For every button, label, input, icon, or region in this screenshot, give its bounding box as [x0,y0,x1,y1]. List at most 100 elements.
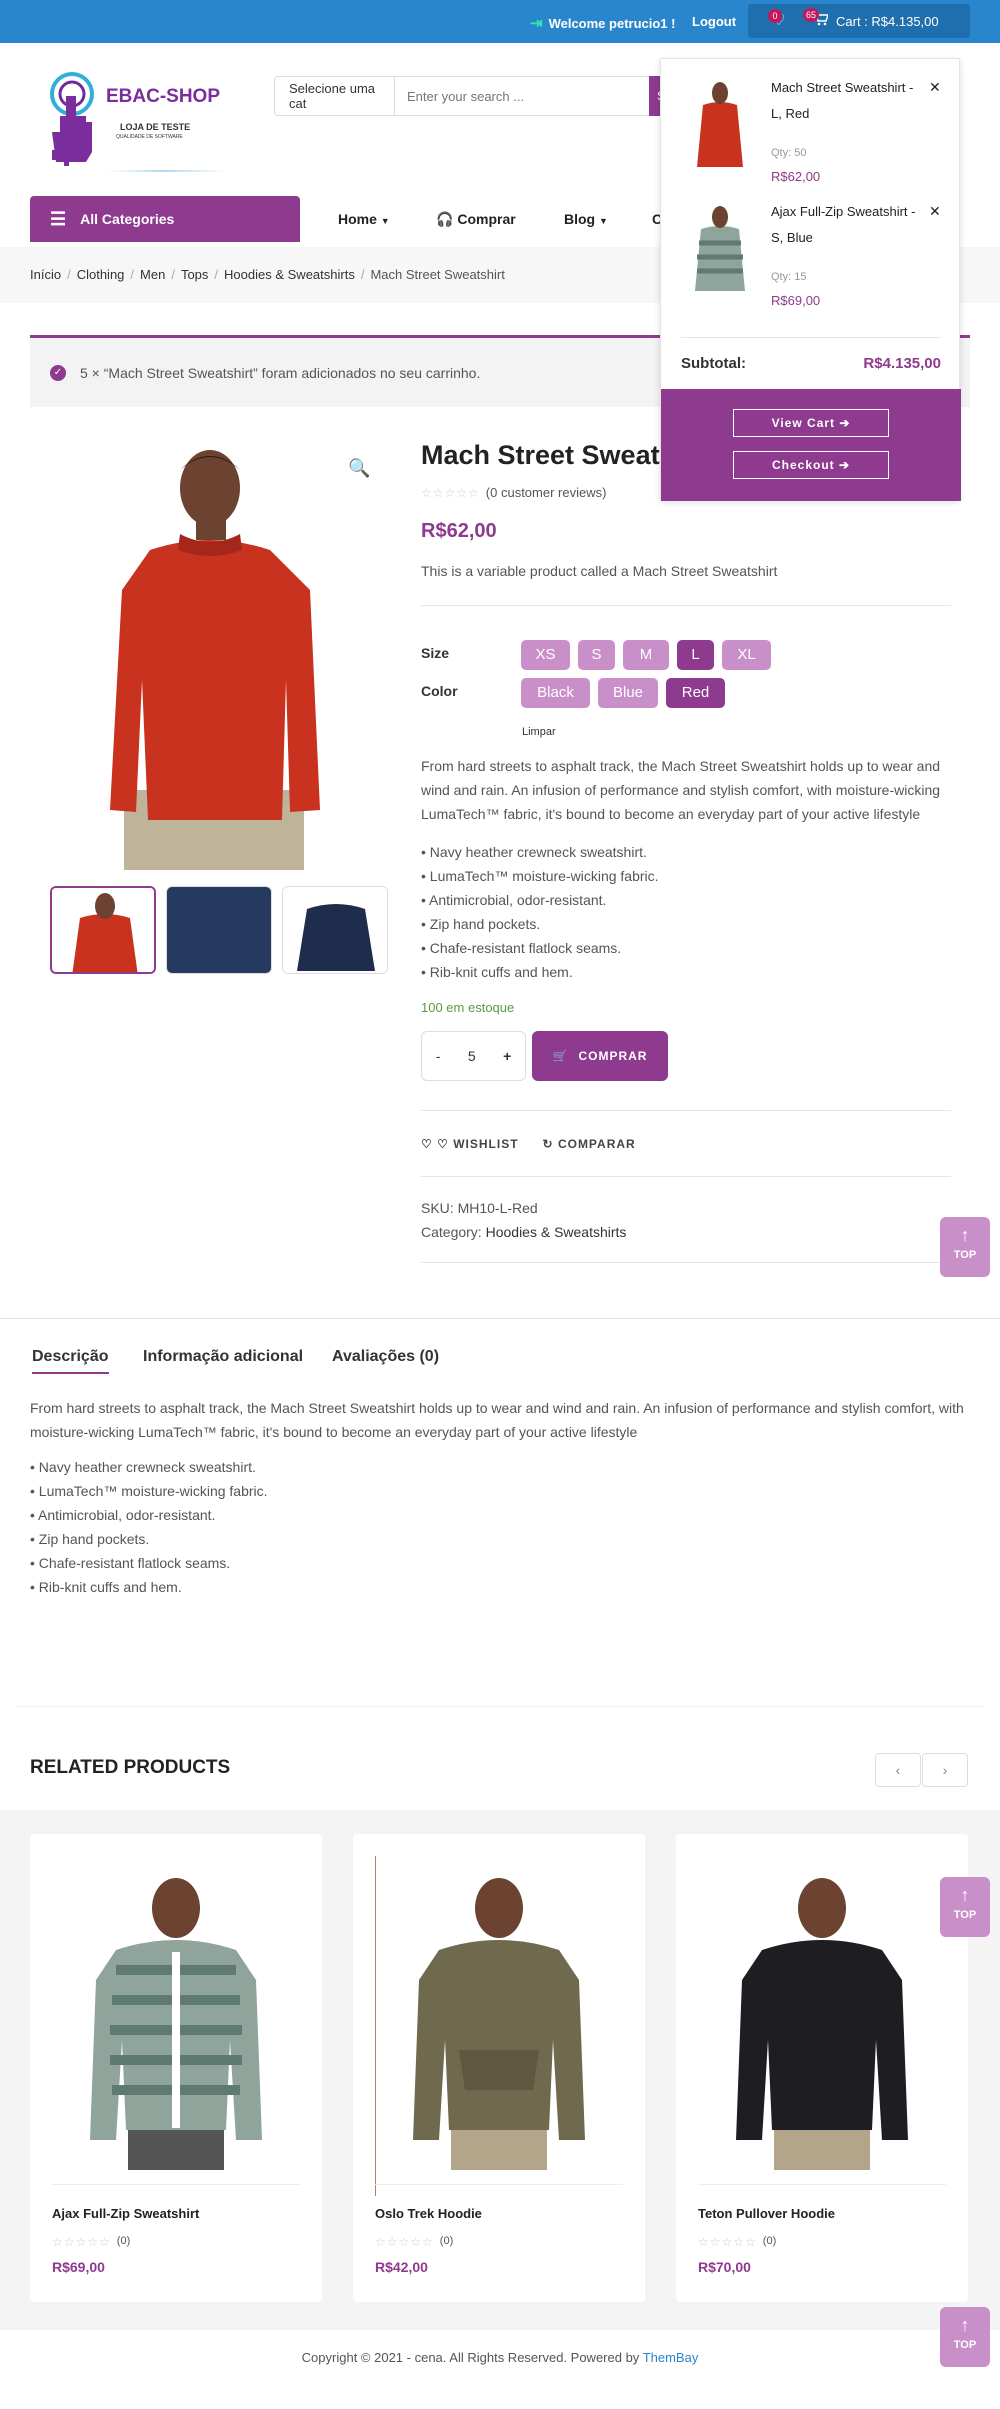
size-s[interactable]: S [578,640,615,670]
logo-tagline: LOJA DE TESTE [120,122,191,132]
feature-item: • Antimicrobial, odor-resistant. [421,892,607,908]
breadcrumb-clothing[interactable]: Clothing [77,267,125,282]
product-price: R$70,00 [698,2259,751,2275]
remove-item-icon[interactable]: ✕ [929,203,941,220]
product-rating: ☆☆☆☆☆ (0) [698,2235,777,2249]
mini-cart-item-qty: Qty: 50 [771,147,807,159]
chevron-down-icon: ▼ [599,216,608,226]
mini-cart-item-price: R$69,00 [771,293,821,308]
thembay-link[interactable]: ThemBay [643,2350,699,2365]
wishlist-link[interactable]: ♡ ♡ WISHLIST [421,1137,519,1151]
product-card[interactable]: Teton Pullover Hoodie ☆☆☆☆☆ (0) R$70,00 [676,1834,968,2302]
arrow-up-icon: ↑ [960,1885,970,1905]
tab-descricao[interactable]: Descrição [32,1348,109,1374]
cart-total-label[interactable]: Cart : R$4.135,00 [836,14,939,29]
product-rating: ☆☆☆☆☆ (0 customer reviews) [421,485,606,500]
color-label: Color [421,683,458,699]
mini-cart-item: Mach Street Sweatshirt - L, Red Qty: 50 … [661,65,961,185]
thumbnail-blue-fabric[interactable] [166,886,272,974]
mini-cart-footer: View Cart ➔ Checkout ➔ [661,389,961,501]
back-to-top-button[interactable]: ↑ TOP [940,2307,990,2367]
sku-value: MH10-L-Red [457,1200,538,1216]
color-blue[interactable]: Blue [598,678,658,708]
product-image[interactable] [722,1860,922,2170]
qty-plus-button[interactable]: + [503,1048,511,1064]
product-name[interactable]: Ajax Full-Zip Sweatshirt [52,2206,199,2221]
nav-blog[interactable]: Blog ▼ [564,211,608,227]
thumbnail-red[interactable] [50,886,156,974]
product-price: R$62,00 [421,520,497,542]
product-image[interactable] [399,1860,599,2170]
tab-informacao-adicional[interactable]: Informação adicional [143,1348,303,1366]
sku-line: SKU: MH10-L-Red [421,1200,538,1216]
breadcrumb-tops[interactable]: Tops [181,267,208,282]
color-black[interactable]: Black [521,678,590,708]
wishlist-count-badge: 0 [768,9,782,23]
size-xl[interactable]: XL [722,640,771,670]
product-image[interactable] [76,1860,276,2170]
qty-minus-button[interactable]: - [436,1048,441,1064]
search-category-select[interactable]: Selecione uma cat [275,77,395,115]
breadcrumb-inicio[interactable]: Início [30,267,61,282]
mini-cart-item-image[interactable] [691,203,749,293]
product-name[interactable]: Teton Pullover Hoodie [698,2206,835,2221]
chevron-down-icon: ▼ [380,216,390,226]
size-xs[interactable]: XS [521,640,570,670]
related-products-title: RELATED PRODUCTS [30,1757,231,1778]
checkout-button[interactable]: Checkout ➔ [733,451,889,479]
carousel-prev-button[interactable]: ‹ [875,1753,921,1787]
size-m[interactable]: M [623,640,669,670]
menu-icon: ☰ [50,208,67,229]
mini-cart-item-image[interactable] [691,79,749,169]
product-name[interactable]: Oslo Trek Hoodie [375,2206,482,2221]
carousel-next-button[interactable]: › [922,1753,968,1787]
reviews-link[interactable]: (0 customer reviews) [486,485,607,500]
quantity-input[interactable]: 5 [468,1048,476,1064]
all-categories-label: All Categories [80,211,175,227]
short-description: This is a variable product called a Mach… [421,563,778,579]
logout-link[interactable]: Logout [692,14,736,29]
category-link[interactable]: Hoodies & Sweatshirts [486,1224,627,1240]
tab-avaliacoes[interactable]: Avaliações (0) [332,1348,439,1366]
remove-item-icon[interactable]: ✕ [929,79,941,96]
nav-comprar[interactable]: 🎧 Comprar [436,211,516,228]
tab-description-text: From hard streets to asphalt track, the … [30,1400,964,1440]
size-label: Size [421,645,450,661]
tab-feature-list: • Navy heather crewneck sweatshirt. • Lu… [30,1455,268,1599]
cart-box[interactable]: ♡ 0 65 Cart : R$4.135,00 [748,4,970,38]
product-card[interactable]: Oslo Trek Hoodie ☆☆☆☆☆ (0) R$42,00 [353,1834,645,2302]
product-card[interactable]: Ajax Full-Zip Sweatshirt ☆☆☆☆☆ (0) R$69,0… [30,1834,322,2302]
breadcrumb-men[interactable]: Men [140,267,165,282]
breadcrumb-current: Mach Street Sweatshirt [370,267,505,282]
star-rating-icon: ☆☆☆☆☆ [421,485,480,500]
size-l[interactable]: L [677,640,714,670]
feature-item: • Zip hand pockets. [421,916,541,932]
logo-brand: EBAC-SHOP [106,86,221,107]
mini-cart-item-name[interactable]: Ajax Full-Zip Sweatshirt - S, Blue [771,199,921,251]
mini-cart-item: Ajax Full-Zip Sweatshirt - S, Blue Qty: … [661,189,961,309]
back-to-top-button[interactable]: ↑ TOP [940,1217,990,1277]
breadcrumb-hoodies[interactable]: Hoodies & Sweatshirts [224,267,355,282]
buy-button[interactable]: 🛒 COMPRAR [532,1031,668,1081]
nav-home[interactable]: Home ▼ [338,211,390,227]
thumbnail-navy[interactable] [282,886,388,974]
back-to-top-button[interactable]: ↑ TOP [940,1877,990,1937]
site-logo[interactable]: EBAC-SHOP LOJA DE TESTE QUALIDADE DE SOF… [42,70,232,180]
product-price: R$42,00 [375,2259,428,2275]
mini-cart-item-name[interactable]: Mach Street Sweatshirt - L, Red [771,75,921,127]
footer-copyright: Copyright © 2021 - cena. All Rights Rese… [301,2350,699,2365]
view-cart-button[interactable]: View Cart ➔ [733,409,889,437]
welcome-link[interactable]: ⇥ Welcome petrucio1 ! [530,14,675,32]
product-main-image[interactable] [50,430,380,870]
clear-selection-link[interactable]: Limpar [522,726,556,738]
feature-item: • Chafe-resistant flatlock seams. [421,940,622,956]
search-input[interactable] [395,77,649,115]
compare-link[interactable]: ↻ COMPARAR [543,1137,636,1151]
feature-item: • LumaTech™ moisture-wicking fabric. [421,868,659,884]
color-red[interactable]: Red [666,678,725,708]
product-rating: ☆☆☆☆☆ (0) [52,2235,131,2249]
zoom-icon[interactable]: 🔍 [348,458,370,479]
mini-cart-item-qty: Qty: 15 [771,271,807,283]
feature-list: • Navy heather crewneck sweatshirt. • Lu… [421,840,659,984]
all-categories-button[interactable]: ☰ All Categories [30,196,300,242]
